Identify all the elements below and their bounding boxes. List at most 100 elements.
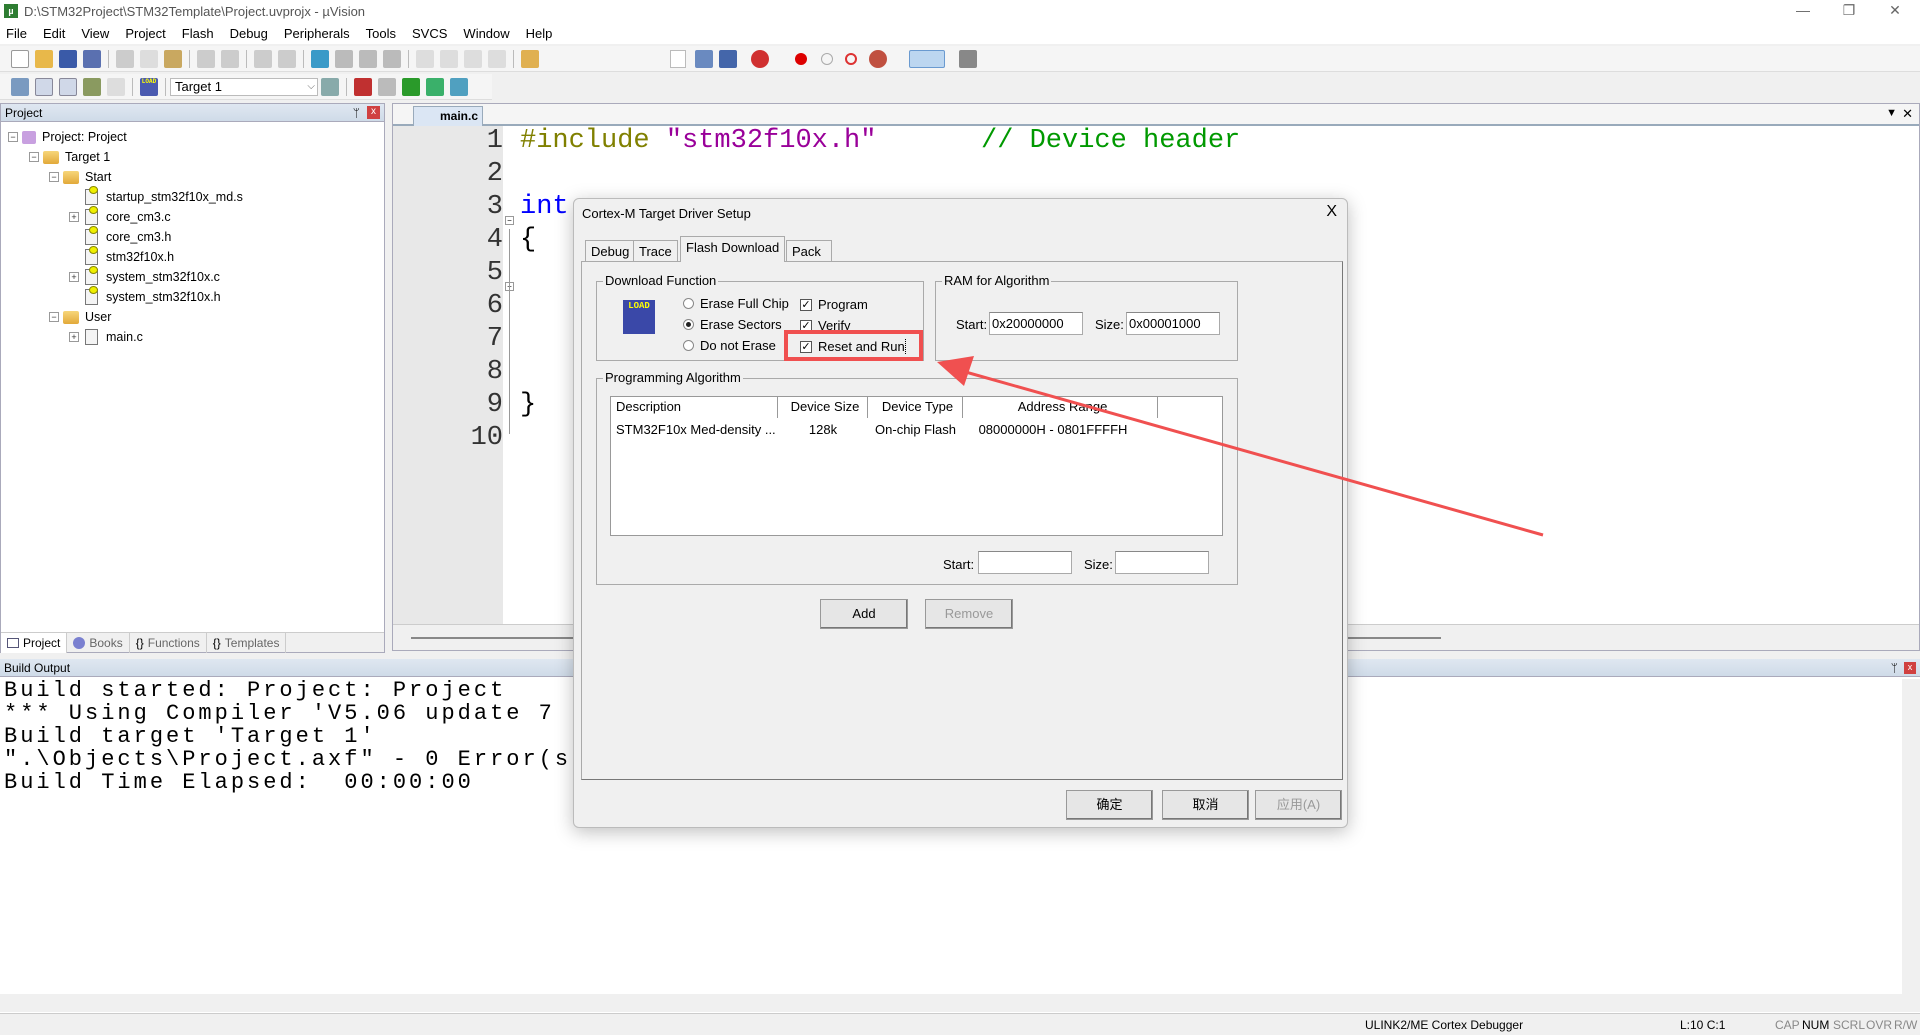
checkbox-verify[interactable]: ✓ Verify (800, 318, 851, 333)
algo-size-input[interactable] (1115, 551, 1209, 574)
undo-icon[interactable] (197, 49, 215, 68)
collapse-icon[interactable]: − (49, 172, 59, 182)
checkbox-program[interactable]: ✓ Program (800, 297, 868, 312)
save-all-icon[interactable] (83, 49, 101, 68)
remove-button[interactable]: Remove (925, 599, 1013, 629)
apply-button[interactable]: 应用(A) (1255, 790, 1342, 820)
expand-icon[interactable]: + (69, 212, 79, 222)
window-layout-icon[interactable] (909, 49, 945, 68)
manage-rte-icon[interactable] (450, 77, 468, 96)
dialog-close-button[interactable]: X (1326, 203, 1337, 221)
checkbox-reset-and-run[interactable]: ✓ Reset and Run (800, 339, 906, 354)
collapse-icon[interactable]: − (8, 132, 18, 142)
debug-session-icon[interactable] (751, 49, 769, 68)
column-description[interactable]: Description (611, 397, 778, 418)
close-panel-button[interactable]: x (1904, 662, 1916, 674)
tree-file[interactable]: + core_cm3.c (69, 206, 171, 226)
disable-breakpoint-icon[interactable] (821, 52, 833, 65)
rebuild-icon[interactable] (59, 77, 77, 96)
horizontal-scrollbar[interactable] (0, 994, 1920, 1012)
prev-bookmark-icon[interactable] (335, 49, 353, 68)
tree-file[interactable]: system_stm32f10x.h (85, 286, 221, 306)
pin-icon[interactable]: ᛘ (1891, 659, 1898, 677)
menu-edit[interactable]: Edit (43, 26, 65, 41)
minimize-button[interactable]: — (1780, 0, 1826, 22)
menu-project[interactable]: Project (125, 26, 165, 41)
menu-help[interactable]: Help (526, 26, 553, 41)
copy-icon[interactable] (140, 49, 158, 68)
paste-icon[interactable] (164, 49, 182, 68)
pack-installer-icon[interactable] (402, 77, 420, 96)
stop-build-icon[interactable] (107, 77, 125, 96)
radio-do-not-erase[interactable]: Do not Erase (683, 338, 776, 353)
tree-item-project[interactable]: − Project: Project (8, 128, 127, 146)
target-select[interactable]: Target 1 ⌵ (170, 77, 318, 96)
tree-file[interactable]: core_cm3.h (85, 226, 171, 246)
kill-breakpoints-icon[interactable] (845, 52, 857, 65)
tree-file[interactable]: + system_stm32f10x.c (69, 266, 220, 286)
pin-icon[interactable]: ᛘ (353, 104, 360, 122)
expand-icon[interactable]: + (69, 272, 79, 282)
tab-flash-download[interactable]: Flash Download (680, 236, 786, 262)
menu-peripherals[interactable]: Peripherals (284, 26, 350, 41)
menu-flash[interactable]: Flash (182, 26, 214, 41)
unindent-icon[interactable] (440, 49, 458, 68)
tree-group-start[interactable]: − Start (49, 168, 111, 186)
load-download-icon[interactable]: LOAD (140, 77, 158, 96)
batch-build-icon[interactable] (83, 77, 101, 96)
debug-options-icon[interactable] (869, 49, 887, 68)
indent-icon[interactable] (416, 49, 434, 68)
uncomment-icon[interactable] (488, 49, 506, 68)
tree-group-user[interactable]: − User (49, 308, 111, 326)
file-extensions-icon[interactable] (378, 77, 396, 96)
tab-pack[interactable]: Pack (786, 240, 832, 262)
menu-svcs[interactable]: SVCS (412, 26, 447, 41)
cut-icon[interactable] (116, 49, 134, 68)
tree-item-target[interactable]: − Target 1 (29, 148, 110, 166)
close-panel-button[interactable]: x (367, 106, 380, 119)
ok-button[interactable]: 确定 (1066, 790, 1153, 820)
tab-trace[interactable]: Trace (633, 240, 678, 262)
tab-templates[interactable]: {} Templates (207, 633, 287, 653)
cancel-button[interactable]: 取消 (1162, 790, 1249, 820)
manage-project-icon[interactable] (354, 77, 372, 96)
new-file-icon[interactable] (11, 49, 29, 68)
tree-file[interactable]: stm32f10x.h (85, 246, 174, 266)
breakpoint-icon[interactable] (795, 52, 807, 65)
tab-functions[interactable]: {} Functions (130, 633, 207, 653)
vertical-scrollbar[interactable] (1902, 679, 1920, 994)
menu-view[interactable]: View (81, 26, 109, 41)
ram-size-input[interactable]: 0x00001000 (1126, 312, 1220, 335)
radio-erase-full-chip[interactable]: Erase Full Chip (683, 296, 789, 311)
ram-start-input[interactable]: 0x20000000 (989, 312, 1083, 335)
tab-main-c[interactable]: main.c (413, 106, 483, 126)
next-bookmark-icon[interactable] (359, 49, 377, 68)
menu-debug[interactable]: Debug (230, 26, 268, 41)
menu-window[interactable]: Window (463, 26, 509, 41)
table-row[interactable]: STM32F10x Med-density ... 128k On-chip F… (611, 419, 1222, 439)
menu-file[interactable]: File (6, 26, 27, 41)
column-device-size[interactable]: Device Size (778, 397, 868, 418)
back-icon[interactable] (254, 49, 272, 68)
close-tab-icon[interactable]: ✕ (1902, 106, 1913, 122)
column-device-type[interactable]: Device Type (868, 397, 963, 418)
maximize-button[interactable]: ❐ (1826, 0, 1872, 22)
add-button[interactable]: Add (820, 599, 908, 629)
tab-books[interactable]: Books (67, 633, 130, 653)
tab-project[interactable]: Project (1, 633, 68, 653)
expand-icon[interactable]: + (69, 332, 79, 342)
clear-bookmarks-icon[interactable] (383, 49, 401, 68)
open-file-icon[interactable] (35, 49, 53, 68)
collapse-icon[interactable]: − (29, 152, 39, 162)
save-icon[interactable] (59, 49, 77, 68)
find-combo-dropdown[interactable] (670, 49, 686, 68)
forward-icon[interactable] (278, 49, 296, 68)
menu-tools[interactable]: Tools (366, 26, 396, 41)
tab-debug[interactable]: Debug (585, 240, 636, 262)
incremental-find-icon[interactable] (719, 49, 737, 68)
target-options-icon[interactable] (321, 77, 339, 96)
comment-icon[interactable] (464, 49, 482, 68)
tree-file[interactable]: startup_stm32f10x_md.s (85, 186, 243, 206)
find-icon[interactable] (695, 49, 713, 68)
close-window-button[interactable]: ✕ (1872, 0, 1918, 22)
